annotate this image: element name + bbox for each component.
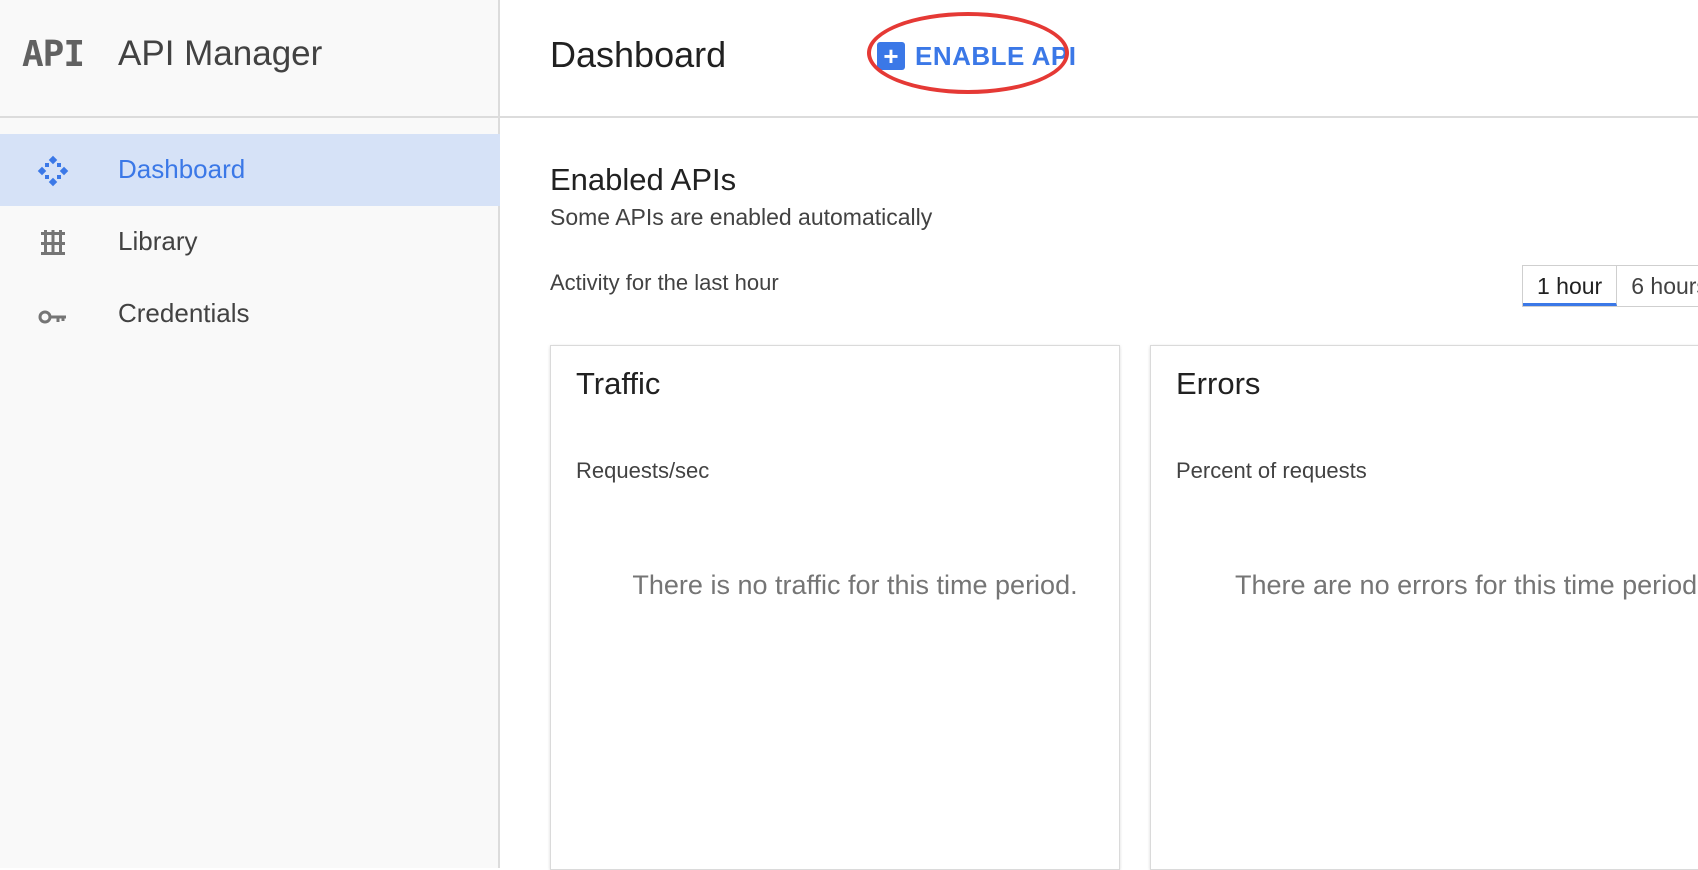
sidebar-item-label: Credentials [118, 298, 250, 328]
time-option-6-hours[interactable]: 6 hours [1617, 266, 1698, 306]
brand-header: API API Manager [0, 0, 500, 118]
plus-icon: + [877, 42, 905, 70]
empty-state-message: There are no errors for this time period… [1235, 570, 1698, 600]
card-metric-label: Percent of requests [1176, 458, 1367, 483]
sidebar-item-label: Library [118, 226, 198, 256]
activity-label: Activity for the last hour [550, 270, 779, 295]
key-icon [38, 310, 66, 324]
app-title: API Manager [118, 34, 323, 73]
sidebar-item-dashboard[interactable]: Dashboard [0, 134, 500, 206]
card-title: Errors [1176, 366, 1261, 401]
dashboard-icon [37, 155, 69, 187]
page-header: Dashboard + ENABLE API [500, 0, 1698, 118]
errors-card: Errors Percent of requests There are no … [1150, 345, 1698, 870]
card-title: Traffic [576, 366, 661, 401]
api-logo: API [22, 34, 85, 75]
main-content: Enabled APIs Some APIs are enabled autom… [500, 118, 1698, 870]
sidebar-item-credentials[interactable]: Credentials [0, 278, 500, 350]
traffic-card: Traffic Requests/sec There is no traffic… [550, 345, 1120, 870]
section-title: Enabled APIs [550, 162, 737, 197]
empty-state-message: There is no traffic for this time period… [632, 570, 1078, 600]
enable-api-button[interactable]: + ENABLE API [877, 38, 1077, 74]
time-option-1-hour[interactable]: 1 hour [1523, 266, 1618, 306]
sidebar-item-library[interactable]: Library [0, 206, 500, 278]
time-range-toggle: 1 hour 6 hours [1522, 265, 1698, 307]
enable-api-label: ENABLE API [915, 40, 1077, 71]
card-metric-label: Requests/sec [576, 458, 710, 483]
library-icon [41, 230, 65, 255]
sidebar-item-label: Dashboard [118, 154, 246, 184]
section-subtitle: Some APIs are enabled automatically [550, 204, 933, 230]
page-title: Dashboard [550, 34, 727, 75]
sidebar: API API Manager Dashboard Library Creden… [0, 0, 500, 868]
